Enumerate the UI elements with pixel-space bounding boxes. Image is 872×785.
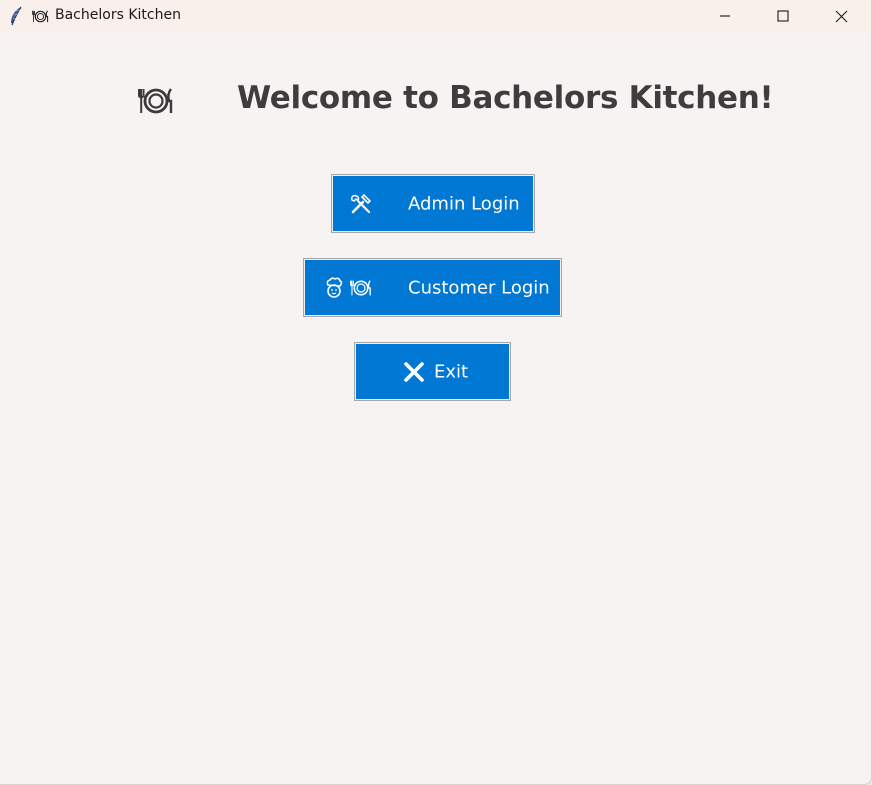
tools-icon bbox=[350, 193, 372, 214]
customer-login-label: Customer Login bbox=[408, 277, 550, 298]
minimize-icon bbox=[720, 15, 730, 17]
feather-icon bbox=[11, 6, 22, 26]
admin-login-button[interactable]: Admin Login bbox=[331, 174, 535, 233]
plate-cutlery-icon bbox=[32, 10, 49, 23]
maximize-button[interactable] bbox=[754, 0, 812, 32]
plate-cutlery-icon bbox=[350, 280, 371, 296]
exit-button[interactable]: Exit bbox=[354, 342, 511, 401]
cook-icon bbox=[326, 277, 343, 298]
app-window: Bachelors Kitchen Welcome to Bachelors K… bbox=[0, 0, 872, 785]
plate-cutlery-icon bbox=[138, 88, 173, 114]
welcome-heading: Welcome to Bachelors Kitchen! bbox=[237, 80, 774, 116]
title-bar[interactable]: Bachelors Kitchen bbox=[0, 0, 871, 33]
admin-login-label: Admin Login bbox=[408, 193, 520, 214]
window-title: Bachelors Kitchen bbox=[55, 7, 181, 23]
maximize-icon bbox=[777, 10, 789, 22]
customer-login-button[interactable]: Customer Login bbox=[303, 258, 562, 317]
cross-mark-icon bbox=[404, 362, 424, 382]
close-icon bbox=[835, 10, 847, 22]
close-window-button[interactable] bbox=[812, 0, 870, 32]
exit-label: Exit bbox=[434, 361, 469, 382]
minimize-button[interactable] bbox=[696, 0, 754, 32]
